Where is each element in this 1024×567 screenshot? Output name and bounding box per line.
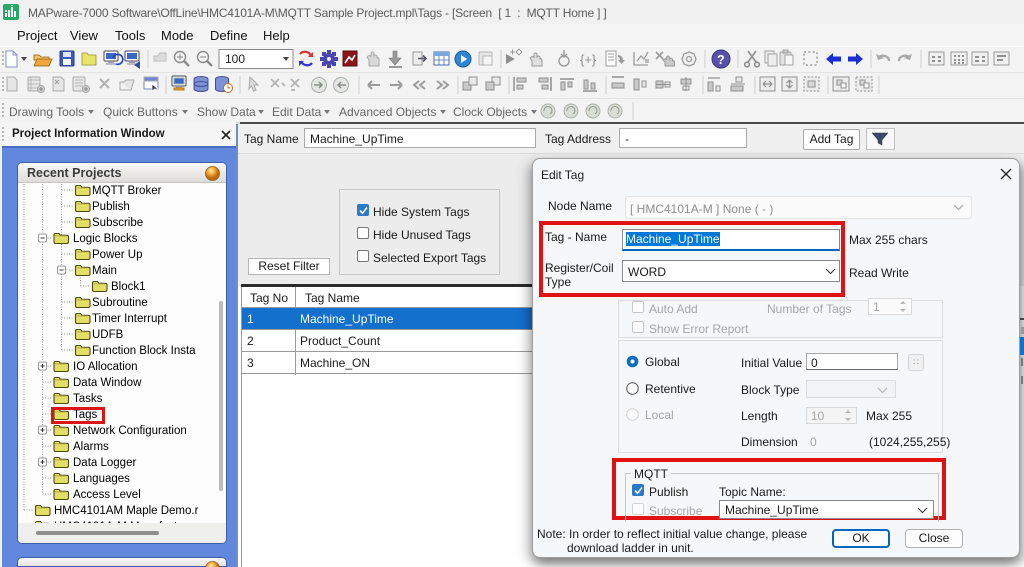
svg-text:MQTT Broker: MQTT Broker [92, 185, 162, 197]
svg-text:Main: Main [92, 265, 117, 277]
svg-text:Alarms: Alarms [73, 441, 109, 453]
svg-text:Subscribe: Subscribe [92, 217, 143, 229]
svg-text:Data Logger: Data Logger [73, 457, 136, 469]
svg-text:Logic Blocks: Logic Blocks [73, 233, 138, 245]
svg-text:Subroutine: Subroutine [92, 297, 148, 309]
svg-text:Access Level: Access Level [73, 489, 141, 501]
svg-text:UDFB: UDFB [92, 329, 124, 341]
svg-text:?: ? [717, 53, 725, 67]
svg-text:Publish: Publish [92, 201, 130, 213]
svg-text:Tasks: Tasks [73, 393, 103, 405]
svg-text:Power Up: Power Up [92, 249, 143, 261]
svg-text:Timer Interrupt: Timer Interrupt [92, 313, 168, 325]
svg-text:{+}: {+} [580, 52, 597, 67]
svg-text:100: 100 [225, 52, 245, 66]
svg-text:Languages: Languages [73, 473, 130, 485]
svg-text:Network Configuration: Network Configuration [73, 425, 187, 437]
svg-text:Function Block Insta: Function Block Insta [92, 345, 196, 357]
svg-text:Block1: Block1 [111, 281, 146, 293]
svg-text:Data Window: Data Window [73, 377, 142, 389]
svg-text:HMC4101AM Maple Demo.r: HMC4101AM Maple Demo.r [54, 505, 199, 517]
svg-text:IO Allocation: IO Allocation [73, 361, 138, 373]
